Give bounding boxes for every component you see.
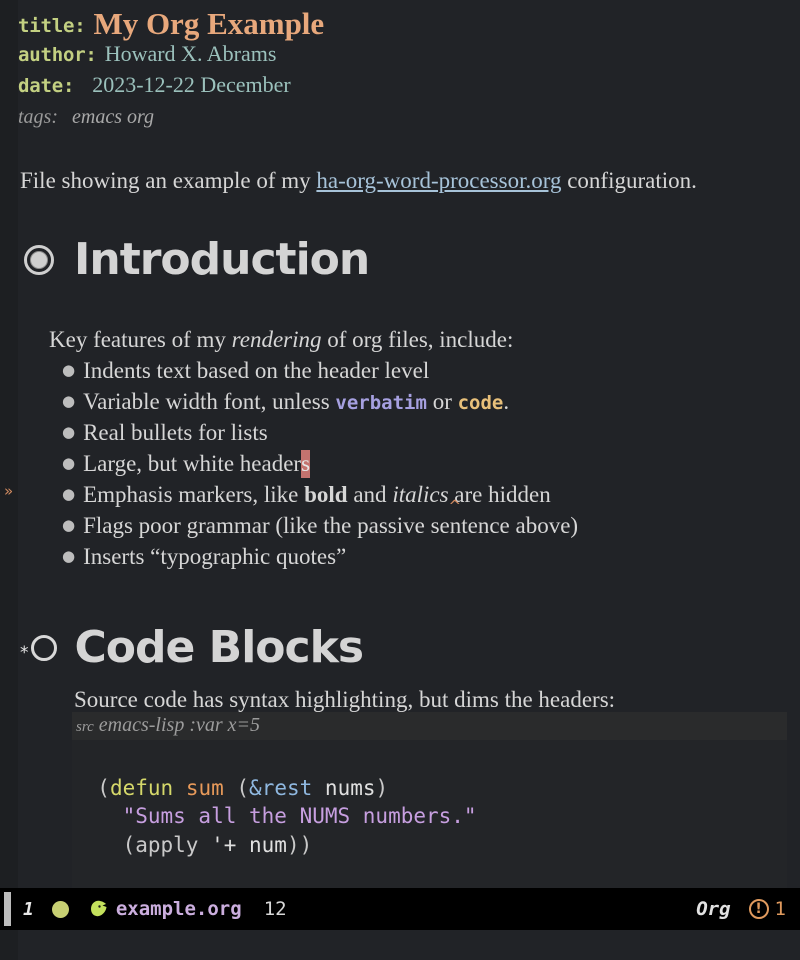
code-token: ( <box>72 775 110 800</box>
list-bullet-icon: ● <box>62 361 76 379</box>
verbatim-text: verbatim <box>335 392 427 414</box>
list-item-text-plain: Large, but white header <box>83 451 302 476</box>
list-bullet-icon: ● <box>62 423 76 441</box>
heading-bullet-icon <box>24 245 54 275</box>
list-item: ● Flags poor grammar (like the passive se… <box>62 513 578 539</box>
keyword-row-tags: tags: emacs org <box>18 106 788 129</box>
list-item-text-plain: Variable width font, unless <box>83 389 336 414</box>
heading-code-blocks-label: Code Blocks <box>74 622 365 673</box>
keyword-row-author: author: Howard X. Abrams <box>18 41 788 67</box>
buffer-status-dot-icon[interactable] <box>51 900 69 918</box>
document-author: Howard X. Abrams <box>104 41 277 66</box>
lead-italic: rendering <box>231 327 322 352</box>
fringe-continuation-marker: » <box>4 482 14 500</box>
list-item: ● Emphasis markers, like bold and italics… <box>62 482 551 508</box>
lead-after: of org files, include: <box>321 327 514 352</box>
code-token: sum <box>185 775 224 800</box>
list-item-text-plain: and <box>347 482 393 507</box>
code-blocks-lead-paragraph: Source code has syntax highlighting, but… <box>74 687 616 712</box>
list-item: ● Inserts “typographic quotes” <box>62 544 346 570</box>
document-title: My Org Example <box>93 6 325 41</box>
keyword-row-title: title: My Org Example <box>18 6 788 41</box>
code-token: &rest <box>249 775 313 800</box>
list-item: ● Indents text based on the header level <box>62 358 429 384</box>
echo-area <box>0 930 800 960</box>
left-fringe: » <box>0 0 18 888</box>
modeline-window-number[interactable]: 1 <box>23 899 34 920</box>
code-token: )) <box>286 832 313 857</box>
echo-left-fringe <box>0 930 18 960</box>
heading-code-blocks[interactable]: * Code Blocks <box>20 622 365 673</box>
code-token: defun <box>109 775 174 800</box>
code-token: ) <box>375 775 389 800</box>
keyword-label-tags: tags: <box>18 106 58 128</box>
list-item-text: Indents text based on the header level <box>83 358 430 383</box>
list-item-text-plain: Emphasis markers, like <box>83 482 305 507</box>
list-item: ● Real bullets for lists <box>62 420 268 446</box>
src-block-code[interactable]: (defun sum (&rest nums) "Sums all the NU… <box>72 740 787 888</box>
code-line: (apply '+ num)) <box>72 831 787 860</box>
list-bullet-icon: ● <box>62 454 76 472</box>
intro-text-after: configuration. <box>561 168 697 193</box>
org-file-link[interactable]: ha-org-word-processor.org <box>316 168 561 193</box>
warning-icon[interactable]: ! <box>748 899 769 919</box>
modeline-warning-count[interactable]: 1 <box>775 898 786 920</box>
heading-introduction-label: Introduction <box>74 234 370 285</box>
list-bullet-icon: ● <box>62 547 76 565</box>
introduction-lead-paragraph: Key features of my rendering of org file… <box>49 327 513 353</box>
document-date: 2023-12-22 December <box>92 72 291 97</box>
list-item-text-plain: are hidden <box>448 482 551 507</box>
keyword-label-author: author: <box>18 44 97 66</box>
list-bullet-icon: ● <box>62 485 76 503</box>
gnu-icon <box>87 897 111 921</box>
lead-before: Key features of my <box>49 327 232 352</box>
code-token: ( <box>223 775 250 800</box>
code-token: '+ num <box>211 832 287 857</box>
code-line: (defun sum (&rest nums) <box>72 774 787 803</box>
list-bullet-icon: ● <box>62 392 76 410</box>
org-buffer[interactable]: » title: My Org Example author: Howard X… <box>0 0 800 888</box>
modeline-cursor-position: 12 <box>263 898 287 920</box>
list-item-text: Real bullets for lists <box>83 420 268 445</box>
keyword-label-title: title: <box>18 15 86 37</box>
code-line: "Sums all the NUMS numbers." <box>72 802 787 831</box>
list-item: ● Large, but white headers <box>62 450 311 478</box>
org-keyword-block: title: My Org Example author: Howard X. … <box>18 6 788 129</box>
list-item-text: Flags poor grammar (like the passive sen… <box>83 513 579 538</box>
modeline-buffer-name[interactable]: example.org <box>116 898 242 920</box>
intro-text-before: File showing an example of my <box>20 168 317 193</box>
intro-paragraph: File showing an example of my ha-org-wor… <box>20 168 697 194</box>
src-begin-args: emacs-lisp :var x=5 <box>98 714 261 736</box>
keyword-row-date: date: 2023-12-22 December <box>18 72 788 98</box>
src-begin-tag: src <box>76 719 94 735</box>
list-item-text-plain: or <box>426 389 458 414</box>
emacs-frame: » title: My Org Example author: Howard X… <box>0 0 800 960</box>
list-bullet-icon: ● <box>62 516 76 534</box>
list-item: ● Variable width font, unless verbatim or… <box>62 389 509 415</box>
list-item-text-plain: . <box>503 389 510 414</box>
modeline-major-mode[interactable]: Org <box>696 898 730 920</box>
heading-introduction[interactable]: Introduction <box>24 234 370 285</box>
code-token: nums <box>324 775 376 800</box>
code-token: (apply <box>72 832 212 857</box>
src-block-begin-line: src emacs-lisp :var x=5 <box>72 712 787 740</box>
list-item-text: Inserts “typographic quotes” <box>83 544 347 569</box>
heading-stars: * <box>20 643 29 663</box>
keyword-label-date: date: <box>18 75 75 97</box>
document-tags: emacs org <box>72 106 155 128</box>
heading-bullet-icon <box>30 635 57 661</box>
italic-text: italics <box>392 482 448 507</box>
bold-text: bold <box>304 482 348 507</box>
modeline[interactable]: 1 example.org 12 Org ! 1 <box>0 888 800 930</box>
modeline-window-bar <box>4 892 11 926</box>
text-cursor: s <box>301 450 311 478</box>
code-token: "Sums all the NUMS numbers." <box>72 804 477 829</box>
code-text: code <box>457 392 504 414</box>
src-block[interactable]: src emacs-lisp :var x=5 (defun sum (&res… <box>72 712 787 888</box>
